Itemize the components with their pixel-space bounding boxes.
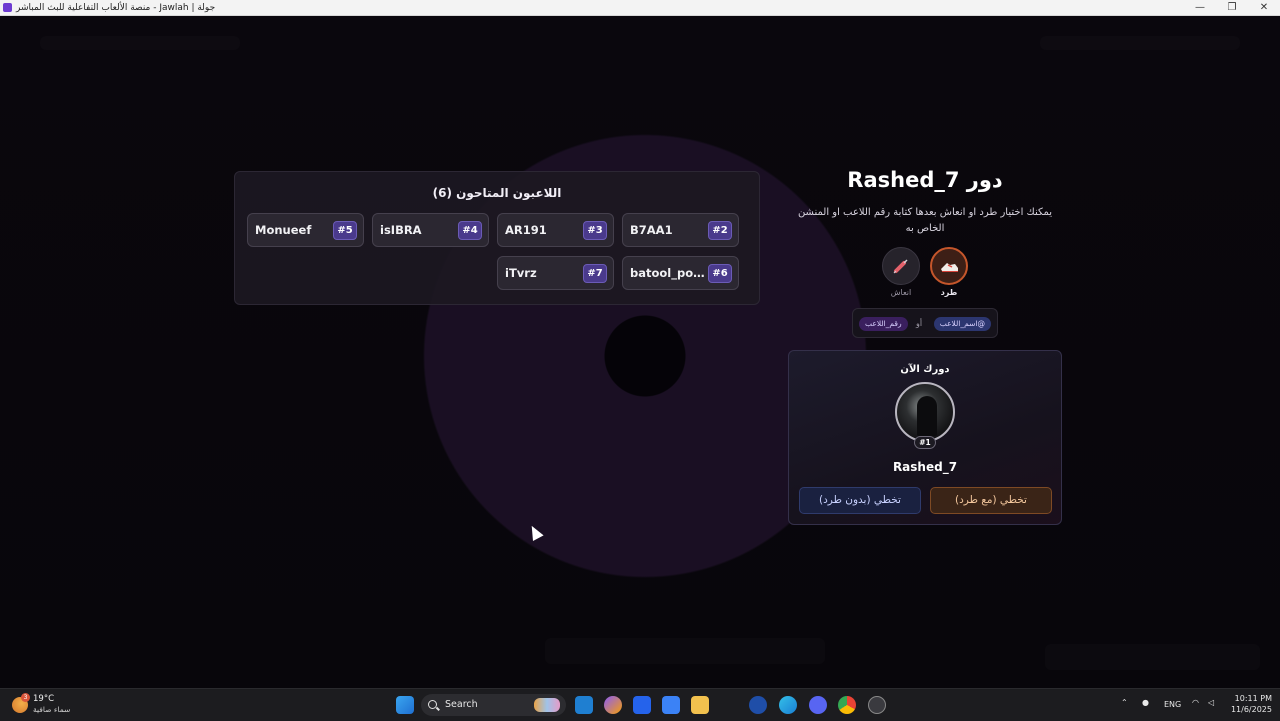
app-icon[interactable] [749,696,767,714]
file-explorer-icon[interactable] [691,696,709,714]
revive-action-label: انعاش [890,288,912,297]
player-name: iTvrz [505,266,537,280]
skip-without-kick-button[interactable]: تخطي (بدون طرد) [799,487,921,514]
player-card[interactable]: isIBRA #4 [372,213,489,247]
app-icon [3,3,12,12]
player-card[interactable]: batool_pow... #6 [622,256,739,290]
jawlah-app-icon[interactable] [868,696,886,714]
available-players-panel: اللاعبون المتاحون (6) B7AA1 #2 AR191 #3 … [234,171,760,305]
show-hidden-icons-icon[interactable]: ⌃ [1121,698,1128,707]
player-number-tag: رقم_اللاعب [859,317,908,331]
player-name: B7AA1 [630,223,673,237]
taskbar: 3 19°C سماء صافية Search ⌃ ● ENG ◠ ◁ 10:… [0,688,1280,721]
window-title: منصة الألعاب التفاعلية للبث المباشر - Ja… [16,2,216,13]
background-decoration [1040,36,1240,50]
search-highlight-icon [534,698,560,712]
titlebar-left: منصة الألعاب التفاعلية للبث المباشر - Ja… [0,3,215,13]
volume-icon[interactable]: ◁ [1208,698,1214,707]
player-number-badge: #6 [708,264,732,283]
background-decoration [1045,644,1260,670]
skip-with-kick-button[interactable]: تخطي (مع طرد) [930,487,1052,514]
turn-description: يمكنك اختيار طرد او انعاش بعدها كتابة رق… [797,207,1053,234]
taskbar-search[interactable]: Search [421,694,566,716]
player-number-badge: #7 [583,264,607,283]
current-player-name: Rashed_7 [892,460,958,474]
player-number-badge: #5 [333,221,357,240]
maximize-button[interactable]: ❐ [1216,0,1248,15]
store-icon[interactable] [662,696,680,714]
avatar-silhouette [917,396,937,436]
language-indicator[interactable]: ENG [1164,700,1181,709]
or-label: أو [916,319,923,328]
start-button-icon[interactable] [396,696,414,714]
copilot-icon[interactable] [604,696,622,714]
clock-time[interactable]: 10:11 PM [1228,694,1272,703]
minimize-button[interactable]: — [1184,0,1216,15]
player-card[interactable]: iTvrz #7 [497,256,614,290]
background-decoration [545,638,825,664]
clock-date[interactable]: 11/6/2025 [1228,705,1272,714]
current-turn-label: دورك الآن [900,364,950,375]
search-label: Search [445,699,478,710]
weather-temperature: 19°C [33,694,55,704]
weather-description: سماء صافية [33,705,71,714]
discord-icon[interactable] [809,696,827,714]
window-titlebar: منصة الألعاب التفاعلية للبث المباشر - Ja… [0,0,1280,16]
players-panel-title: اللاعبون المتاحون (6) [432,186,562,200]
syringe-icon [893,259,908,274]
notification-badge: 3 [21,693,30,702]
app-area: اللاعبون المتاحون (6) B7AA1 #2 AR191 #3 … [0,16,1280,688]
microphone-icon[interactable]: ● [1142,698,1149,707]
revive-action-button[interactable] [882,247,920,285]
player-card[interactable]: Monueef #5 [247,213,364,247]
input-format-hint: @اسم_اللاعب أو رقم_اللاعب [852,308,998,338]
kick-action-label: طرد [940,288,958,297]
background-decoration [40,36,240,50]
player-number-badge: #1 [914,436,936,449]
weather-widget[interactable]: 3 19°C سماء صافية [12,693,102,717]
close-button[interactable]: ✕ [1248,0,1280,15]
mouse-cursor-icon [526,523,544,541]
player-name: isIBRA [380,223,422,237]
search-icon [428,700,437,709]
player-name: batool_pow... [630,266,708,280]
player-name: Monueef [255,223,312,237]
chrome-icon[interactable] [838,696,856,714]
player-number-badge: #3 [583,221,607,240]
kick-action-button[interactable] [930,247,968,285]
player-number-badge: #4 [458,221,482,240]
window-controls: — ❐ ✕ [1184,0,1280,15]
player-number-badge: #2 [708,221,732,240]
turn-title: دور Rashed_7 [847,168,1003,192]
player-card[interactable]: B7AA1 #2 [622,213,739,247]
player-name-tag: @اسم_اللاعب [933,317,991,331]
outlook-icon[interactable] [575,696,593,714]
shoe-icon [941,263,958,272]
player-name: AR191 [505,223,547,237]
current-turn-card: دورك الآن #1 Rashed_7 تخطي (مع طرد) تخطي… [788,350,1062,525]
defender-icon[interactable] [633,696,651,714]
wifi-icon[interactable]: ◠ [1192,698,1199,707]
edge-icon[interactable] [779,696,797,714]
player-card[interactable]: AR191 #3 [497,213,614,247]
avatar [895,382,955,442]
